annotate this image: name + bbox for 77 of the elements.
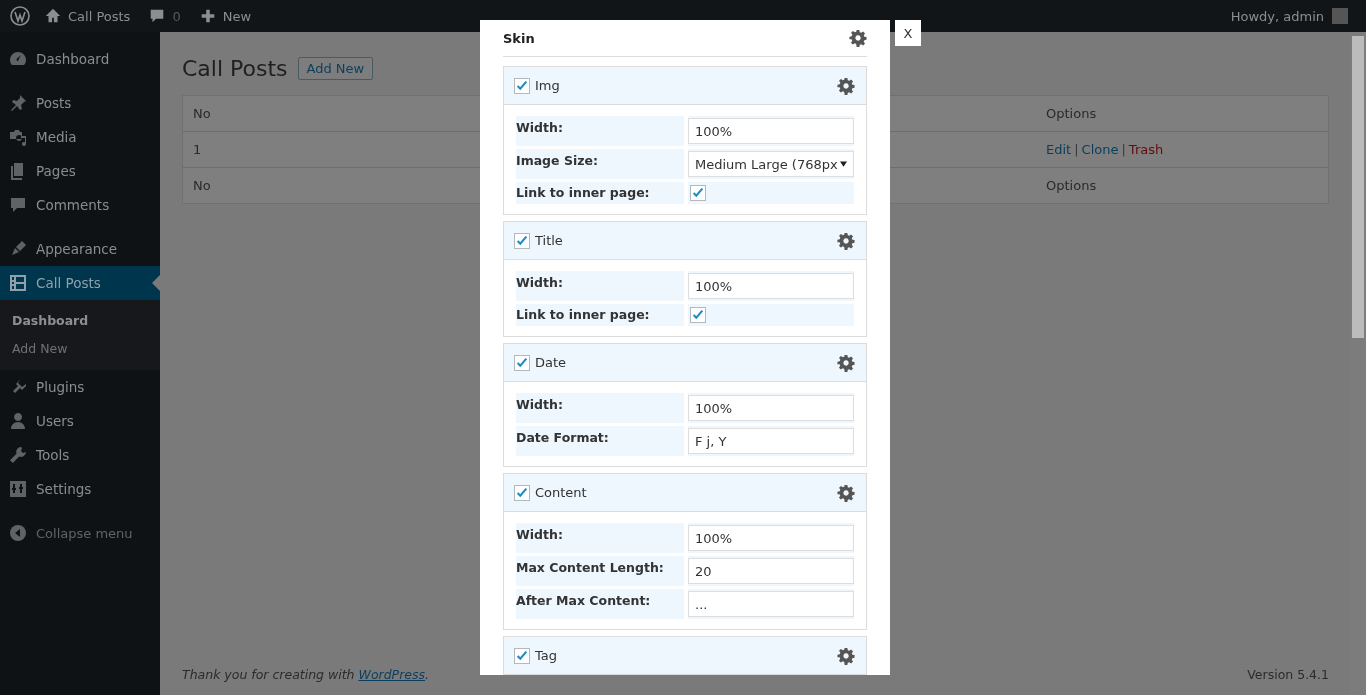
field-label: Max Content Length: <box>516 556 684 586</box>
settings-icon[interactable] <box>837 483 855 502</box>
menu-icon <box>8 195 28 215</box>
settings-icon[interactable] <box>837 353 855 372</box>
menu-icon <box>8 273 28 293</box>
menu-item[interactable]: Dashboard <box>0 42 160 76</box>
field-label: Width: <box>516 116 684 146</box>
field-label: Date Format: <box>516 426 684 456</box>
footer-text: Thank you for creating with WordPress. <box>182 667 429 682</box>
menu-item[interactable]: Comments <box>0 188 160 222</box>
section-label: Title <box>535 233 564 248</box>
home-icon <box>44 7 62 25</box>
dropdown[interactable]: Medium Large (768px <box>688 151 854 177</box>
input-field[interactable]: 100% <box>688 395 854 421</box>
table-cell: 1 <box>193 142 202 157</box>
input-field[interactable]: 100% <box>688 273 854 299</box>
settings-icon[interactable] <box>837 646 855 665</box>
menu-item[interactable]: Users <box>0 404 160 438</box>
menu-item[interactable]: Settings <box>0 472 160 506</box>
field-label: Width: <box>516 523 684 553</box>
separator-text: | <box>1074 142 1079 157</box>
menu-item[interactable]: Pages <box>0 154 160 188</box>
menu-icon <box>8 127 28 147</box>
field-label: After Max Content: <box>516 589 684 619</box>
checkbox[interactable] <box>514 354 530 371</box>
collapse-menu-button[interactable]: Collapse menu <box>0 516 160 550</box>
submenu-item[interactable]: Add New <box>0 335 160 363</box>
menu-item[interactable]: Posts <box>0 86 160 120</box>
menu-item[interactable]: Plugins <box>0 370 160 404</box>
settings-icon[interactable] <box>849 29 867 47</box>
settings-icon[interactable] <box>837 231 855 250</box>
checkbox[interactable] <box>514 77 530 94</box>
left-arrow-circle-icon <box>8 523 28 543</box>
separator-text: | <box>1121 142 1126 157</box>
checkbox[interactable] <box>690 307 706 323</box>
section-label: Content <box>535 485 588 500</box>
new-link[interactable]: New <box>198 7 251 25</box>
submenu-item[interactable]: Dashboard <box>0 307 160 335</box>
caret-icon <box>840 161 847 167</box>
input-field[interactable]: F j, Y <box>688 428 854 454</box>
close-button[interactable]: X <box>895 20 921 46</box>
column-footer: Options <box>1046 178 1328 193</box>
menu-item[interactable]: Tools <box>0 438 160 472</box>
checkbox[interactable] <box>514 232 530 249</box>
input-field[interactable]: ... <box>688 591 854 617</box>
checkbox[interactable] <box>514 484 530 501</box>
menu-icon <box>8 411 28 431</box>
menu-item[interactable]: Appearance <box>0 232 160 266</box>
dialog-title: Skin <box>503 30 535 46</box>
menu-icon <box>8 445 28 465</box>
input-field[interactable]: 100% <box>688 118 854 144</box>
section-label: Date <box>535 355 568 370</box>
column-header: No <box>193 106 211 121</box>
avatar-icon <box>1332 8 1348 24</box>
field-label: Link to inner page: <box>516 304 684 326</box>
field-label: Link to inner page: <box>516 182 684 204</box>
wordpress-logo-icon[interactable] <box>10 6 30 26</box>
checkbox[interactable] <box>690 185 706 201</box>
version-text: Version 5.4.1 <box>1247 667 1329 682</box>
field-label: Width: <box>516 393 684 423</box>
account-link[interactable]: Howdy, admin <box>1230 8 1348 24</box>
checkbox[interactable] <box>514 647 530 664</box>
row-action-link[interactable]: Trash <box>1128 142 1164 157</box>
column-footer: No <box>193 178 211 193</box>
page-title: Call Posts <box>182 55 288 81</box>
section-label: Img <box>535 78 561 93</box>
settings-icon[interactable] <box>837 76 855 95</box>
input-field[interactable]: 20 <box>688 558 854 584</box>
field-label: Width: <box>516 271 684 301</box>
section-label: Tag <box>535 648 558 663</box>
menu-item[interactable]: Call Posts <box>0 266 160 300</box>
input-field[interactable]: 100% <box>688 525 854 551</box>
menu-item[interactable]: Media <box>0 120 160 154</box>
site-link[interactable]: Call Posts <box>44 7 131 25</box>
field-label: Image Size: <box>516 149 684 179</box>
menu-icon <box>8 479 28 499</box>
column-header: Options <box>1046 106 1098 121</box>
